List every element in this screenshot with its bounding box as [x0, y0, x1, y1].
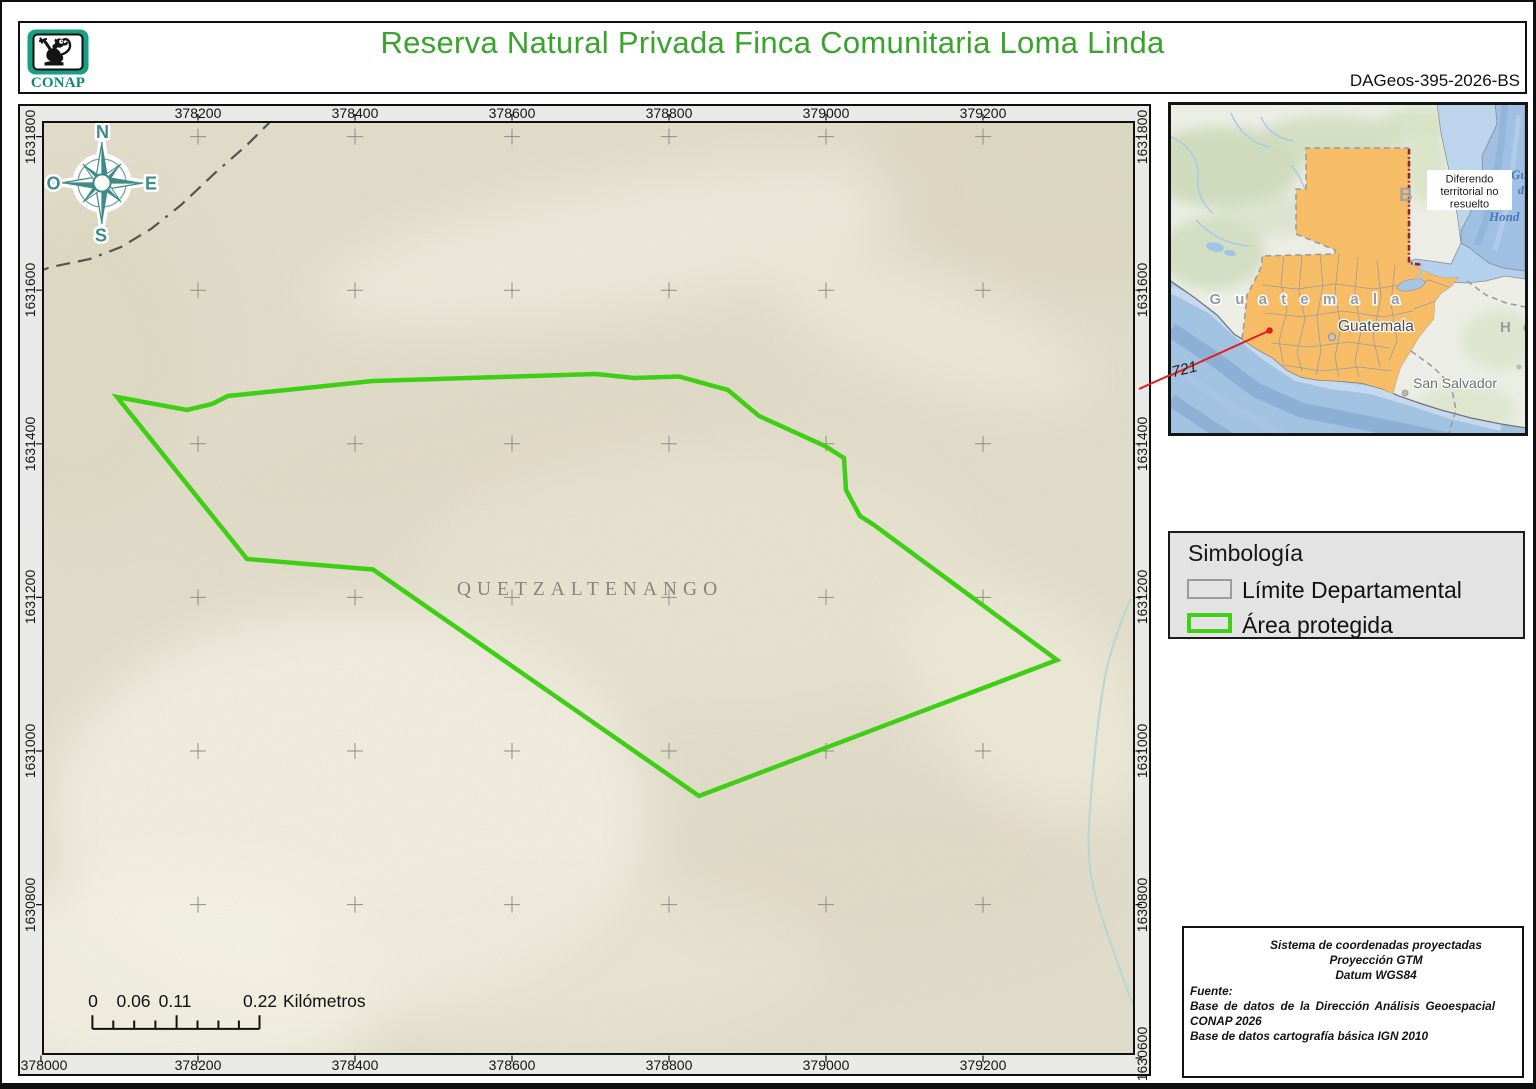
svg-text:Guatemala: Guatemala — [1338, 318, 1414, 335]
svg-text:d: d — [1518, 183, 1525, 197]
svg-text:S: S — [95, 226, 107, 246]
svg-text:0.06: 0.06 — [116, 991, 150, 1011]
svg-text:0: 0 — [88, 991, 98, 1011]
svg-text:G u a t e m a l a: G u a t e m a l a — [1209, 291, 1404, 308]
svg-text:0.22: 0.22 — [243, 991, 277, 1011]
svg-text:Hond: Hond — [1488, 209, 1520, 224]
svg-text:H o: H o — [1500, 319, 1525, 336]
svg-text:Kilómetros: Kilómetros — [283, 991, 366, 1011]
svg-text:E: E — [145, 174, 157, 194]
svg-text:Gu: Gu — [1511, 167, 1525, 182]
svg-text:resuelto: resuelto — [1450, 199, 1489, 211]
svg-text:San Salvador: San Salvador — [1413, 375, 1497, 391]
svg-text:territorial no: territorial no — [1440, 186, 1498, 198]
svg-text:0.11: 0.11 — [159, 991, 192, 1011]
svg-text:B: B — [1399, 185, 1413, 206]
svg-text:N: N — [96, 122, 109, 142]
svg-text:Diferendo: Diferendo — [1446, 174, 1494, 186]
svg-text:QUETZALTENANGO: QUETZALTENANGO — [457, 579, 723, 600]
svg-text:O: O — [46, 174, 60, 194]
